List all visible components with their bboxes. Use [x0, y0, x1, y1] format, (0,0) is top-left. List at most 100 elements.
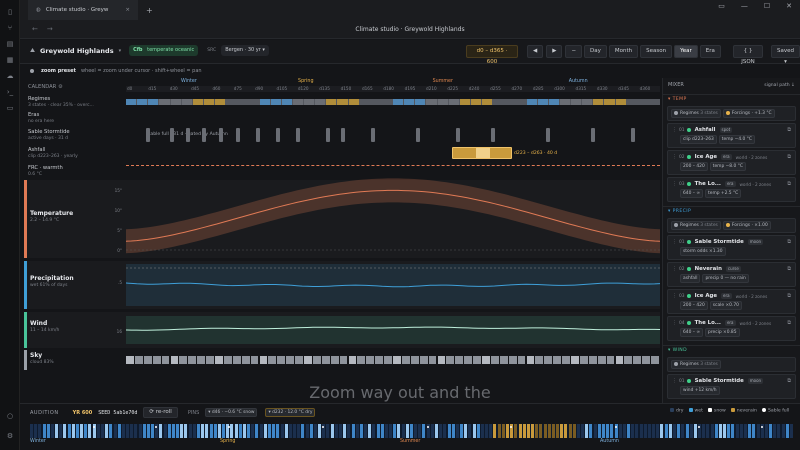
- layer-card[interactable]: ⋮ 01 Ashfall spot ⧉ clip d223–263 temp −4.0 °C: [667, 123, 796, 148]
- calendar-icon[interactable]: ▦: [0, 52, 20, 68]
- layer-card[interactable]: ⋮ 01 Sable Stormtide moon ⧉ storm odds ×1.30: [667, 235, 796, 260]
- layer-chip: temp −8.0 °C: [709, 162, 746, 171]
- mixer-section-temp[interactable]: ▾ TEMP: [663, 94, 800, 104]
- regimes-chip[interactable]: Regimes 3 states: [671, 221, 721, 230]
- mixer-body: ▾ TEMP Regimes 3 states Forcings · +1.3 °C…: [663, 94, 800, 403]
- drag-handle-icon[interactable]: ⋮: [672, 181, 677, 187]
- legend-item: Sable full: [761, 408, 789, 414]
- forcings-chip[interactable]: Forcings · ×1.00: [722, 221, 771, 230]
- forcings-chip[interactable]: Forcings · +1.3 °C: [722, 109, 775, 118]
- layers-icon[interactable]: ▤: [0, 36, 20, 52]
- drag-handle-icon[interactable]: ⋮: [672, 320, 677, 326]
- zoom-preset-label[interactable]: zoom preset: [41, 68, 76, 74]
- tab-climate-studio[interactable]: ◍ Climate studio · Greyw ×: [28, 0, 138, 20]
- layer-chip: wind +12 km/h: [680, 386, 720, 395]
- koppen-badge[interactable]: Cfb temperate oceanic: [129, 45, 199, 56]
- pin-chip-2[interactable]: ▾ d232 · 12.0 °C dry: [265, 408, 316, 417]
- layer-card[interactable]: ⋮ 03 The Lo... era world · 2 zones ⧉ 640 – ∞ te…: [667, 177, 796, 202]
- signal-chart[interactable]: 15° 10° 5° 0° .5 16: [20, 78, 660, 378]
- src-select[interactable]: Bergen · 30 yr ▾: [221, 45, 269, 56]
- layer-enabled-icon[interactable]: [686, 128, 691, 132]
- layer-tag: era: [721, 154, 732, 160]
- audition-strip[interactable]: [30, 424, 793, 438]
- audition-legend: dry wet snow neverain Sable full: [670, 408, 789, 414]
- src-value: Bergen · 30 yr: [225, 47, 261, 53]
- layer-card[interactable]: ⋮ 03 Ice Age era world · 2 zones ⧉ 200 – 420 sc…: [667, 289, 796, 314]
- layer-id: 01: [679, 127, 685, 133]
- tab-close-icon[interactable]: ×: [125, 7, 130, 13]
- pin-chip-1[interactable]: ▾ d46 · −0.6 °C snow: [205, 408, 258, 417]
- layer-name: The Lo...: [694, 320, 721, 326]
- json-button[interactable]: { } JSON: [733, 45, 763, 65]
- view-tab-day[interactable]: Day: [584, 45, 607, 58]
- account-icon[interactable]: ○: [0, 408, 20, 424]
- copy-icon[interactable]: ⧉: [787, 293, 791, 299]
- drag-handle-icon[interactable]: ⋮: [672, 154, 677, 160]
- view-tab-season[interactable]: Season: [640, 45, 673, 58]
- region-name[interactable]: Greywold Highlands: [40, 47, 114, 55]
- minimize-button[interactable]: —: [741, 2, 748, 10]
- drag-handle-icon[interactable]: ⋮: [672, 127, 677, 133]
- regimes-chip[interactable]: Regimes 3 states: [671, 109, 721, 118]
- mixer-section-precip[interactable]: ▾ PRECIP: [663, 206, 800, 216]
- copy-icon[interactable]: ⧉: [787, 239, 791, 245]
- wind-band: [126, 316, 660, 344]
- view-tab-era[interactable]: Era: [699, 45, 721, 58]
- signal-path-label[interactable]: signal path ↓: [764, 83, 795, 88]
- drag-handle-icon[interactable]: ⋮: [672, 266, 677, 272]
- zoom-out-button[interactable]: −: [565, 45, 583, 58]
- regimes-row[interactable]: Regimes 3 states: [667, 357, 796, 372]
- tab-title: Climate studio · Greyw: [45, 7, 109, 13]
- branch-icon[interactable]: ⑂: [0, 20, 20, 36]
- layer-card[interactable]: ⋮ 04 The Lo... era world · 2 zones ⧉ 640 – ∞ pr…: [667, 316, 796, 341]
- cloud-icon[interactable]: ☁: [0, 68, 20, 84]
- forward-arrow-icon[interactable]: →: [47, 20, 53, 39]
- maximize-button[interactable]: ☐: [764, 2, 770, 10]
- copy-icon[interactable]: ⧉: [787, 320, 791, 326]
- layer-id: 03: [679, 293, 685, 299]
- prev-button[interactable]: ◀: [527, 45, 544, 58]
- reroll-button[interactable]: ⟳ re-roll: [143, 407, 178, 418]
- layer-card[interactable]: ⋮ 02 Ice Age era world · 2 zones ⧉ 200 – 420 te…: [667, 150, 796, 175]
- layer-enabled-icon[interactable]: [686, 321, 691, 325]
- pins-label: PINS: [187, 409, 200, 416]
- mixer-title: MIXER: [668, 82, 684, 88]
- chevron-down-icon[interactable]: ▾: [119, 48, 122, 54]
- layout-icon[interactable]: ▭: [718, 2, 725, 10]
- view-tab-month[interactable]: Month: [608, 45, 639, 58]
- layer-enabled-icon[interactable]: [686, 379, 691, 383]
- temperature-tick: 15°: [115, 188, 122, 193]
- close-window-button[interactable]: ✕: [786, 2, 792, 10]
- range-display[interactable]: d0 – d365 · 600: [466, 45, 518, 65]
- regimes-row[interactable]: Regimes 3 states Forcings · ×1.00: [667, 218, 796, 233]
- settings-icon[interactable]: ⚙: [0, 428, 20, 444]
- view-tab-year[interactable]: Year: [674, 45, 698, 58]
- sidebar-toggle-icon[interactable]: ▯: [0, 4, 20, 20]
- new-tab-icon[interactable]: +: [146, 6, 153, 15]
- audition-season-label: Spring: [220, 439, 236, 444]
- layer-enabled-icon[interactable]: [686, 240, 691, 244]
- drag-handle-icon[interactable]: ⋮: [672, 239, 677, 245]
- mixer-section-wind[interactable]: ▾ WIND: [663, 345, 800, 355]
- copy-icon[interactable]: ⧉: [787, 378, 791, 384]
- panel-icon[interactable]: ▭: [0, 100, 20, 116]
- layer-card[interactable]: ⋮ 02 Neverain curse ⧉ ashfall precip 0 — no ra…: [667, 262, 796, 287]
- back-arrow-icon[interactable]: ←: [32, 20, 38, 39]
- terminal-icon[interactable]: ›_: [0, 84, 20, 100]
- drag-handle-icon[interactable]: ⋮: [672, 293, 677, 299]
- copy-icon[interactable]: ⧉: [787, 266, 791, 272]
- layer-enabled-icon[interactable]: [686, 267, 691, 271]
- audition-season-label: Winter: [30, 439, 46, 444]
- layer-enabled-icon[interactable]: [686, 155, 691, 159]
- regimes-row[interactable]: Regimes 3 states Forcings · +1.3 °C: [667, 106, 796, 121]
- copy-icon[interactable]: ⧉: [787, 154, 791, 160]
- play-button[interactable]: ▶: [546, 45, 563, 58]
- saved-button[interactable]: Saved ▾: [771, 45, 800, 65]
- layer-enabled-icon[interactable]: [686, 182, 691, 186]
- copy-icon[interactable]: ⧉: [787, 181, 791, 187]
- layer-enabled-icon[interactable]: [686, 294, 691, 298]
- layer-card[interactable]: ⋮ 01 Sable Stormtide moon ⧉ wind +12 km/h: [667, 374, 796, 399]
- copy-icon[interactable]: ⧉: [787, 127, 791, 133]
- drag-handle-icon[interactable]: ⋮: [672, 378, 677, 384]
- regimes-chip[interactable]: Regimes 3 states: [671, 360, 721, 369]
